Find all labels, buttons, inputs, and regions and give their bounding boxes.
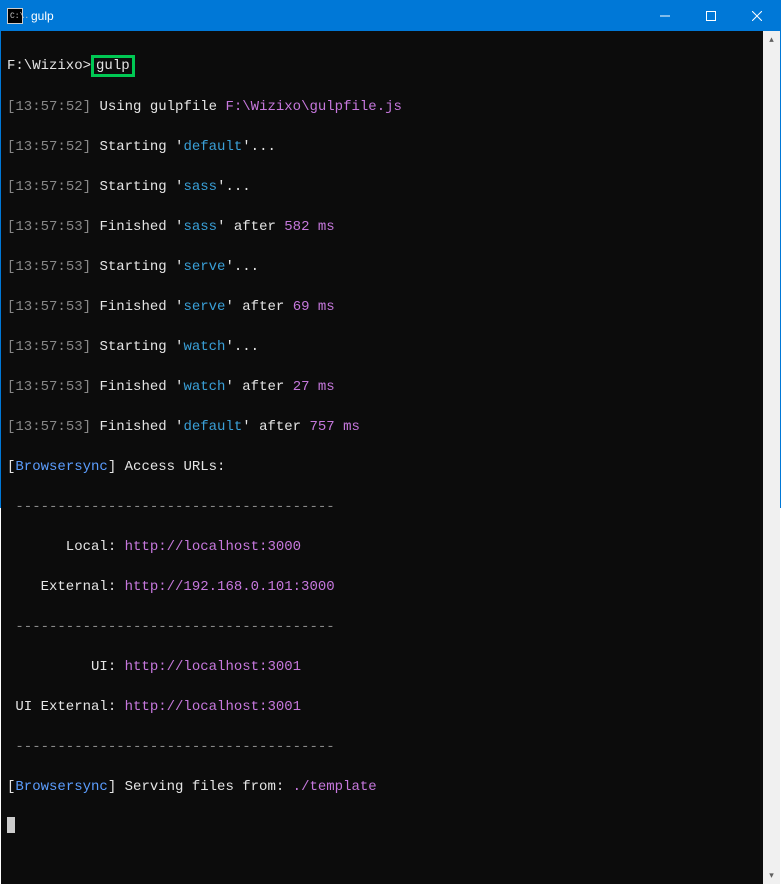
cursor	[7, 817, 15, 833]
scroll-track[interactable]	[763, 48, 780, 867]
window-title: gulp	[29, 9, 54, 23]
log-line: [13:57:53] Starting 'serve'...	[7, 257, 757, 277]
log-line: [13:57:52] Using gulpfile F:\Wizixo\gulp…	[7, 97, 757, 117]
terminal-output[interactable]: F:\Wizixo> gulp [13:57:52] Using gulpfile…	[1, 31, 763, 884]
scrollbar[interactable]: ▴ ▾	[763, 31, 780, 884]
bs-line: [Browsersync] Serving files from: ./temp…	[7, 777, 757, 797]
maximize-icon	[706, 11, 716, 21]
url-line: UI: http://localhost:3001	[7, 657, 757, 677]
url-line: External: http://192.168.0.101:3000	[7, 577, 757, 597]
log-line: [13:57:53] Finished 'sass' after 582 ms	[7, 217, 757, 237]
close-icon	[752, 11, 762, 21]
bs-line: [Browsersync] Access URLs:	[7, 457, 757, 477]
log-line: [13:57:53] Finished 'watch' after 27 ms	[7, 377, 757, 397]
titlebar[interactable]: C:\. gulp	[1, 1, 780, 31]
log-line: [13:57:52] Starting 'default'...	[7, 137, 757, 157]
close-button[interactable]	[734, 1, 780, 31]
cursor-line	[7, 817, 757, 840]
log-line: [13:57:53] Finished 'serve' after 69 ms	[7, 297, 757, 317]
log-line: [13:57:52] Starting 'sass'...	[7, 177, 757, 197]
command-highlight: gulp	[91, 55, 135, 77]
command-text: gulp	[96, 58, 130, 74]
chevron-up-icon: ▴	[769, 35, 774, 45]
log-line: [13:57:53] Finished 'default' after 757 …	[7, 417, 757, 437]
minimize-button[interactable]	[642, 1, 688, 31]
scroll-down-button[interactable]: ▾	[763, 867, 780, 884]
terminal-window: C:\. gulp F:\Wizixo> gulp [13:57:52] Usin…	[0, 0, 781, 508]
divider-line: --------------------------------------	[7, 737, 757, 757]
url-line: UI External: http://localhost:3001	[7, 697, 757, 717]
maximize-button[interactable]	[688, 1, 734, 31]
chevron-down-icon: ▾	[769, 871, 774, 881]
scroll-up-button[interactable]: ▴	[763, 31, 780, 48]
cmd-icon: C:\.	[7, 8, 23, 24]
prompt-path: F:\Wizixo>	[7, 58, 91, 74]
log-line: [13:57:53] Starting 'watch'...	[7, 337, 757, 357]
divider-line: --------------------------------------	[7, 617, 757, 637]
url-line: Local: http://localhost:3000	[7, 537, 757, 557]
terminal-area: F:\Wizixo> gulp [13:57:52] Using gulpfile…	[1, 31, 780, 884]
prompt-line: F:\Wizixo> gulp	[7, 55, 757, 77]
minimize-icon	[660, 11, 670, 21]
divider-line: --------------------------------------	[7, 497, 757, 517]
